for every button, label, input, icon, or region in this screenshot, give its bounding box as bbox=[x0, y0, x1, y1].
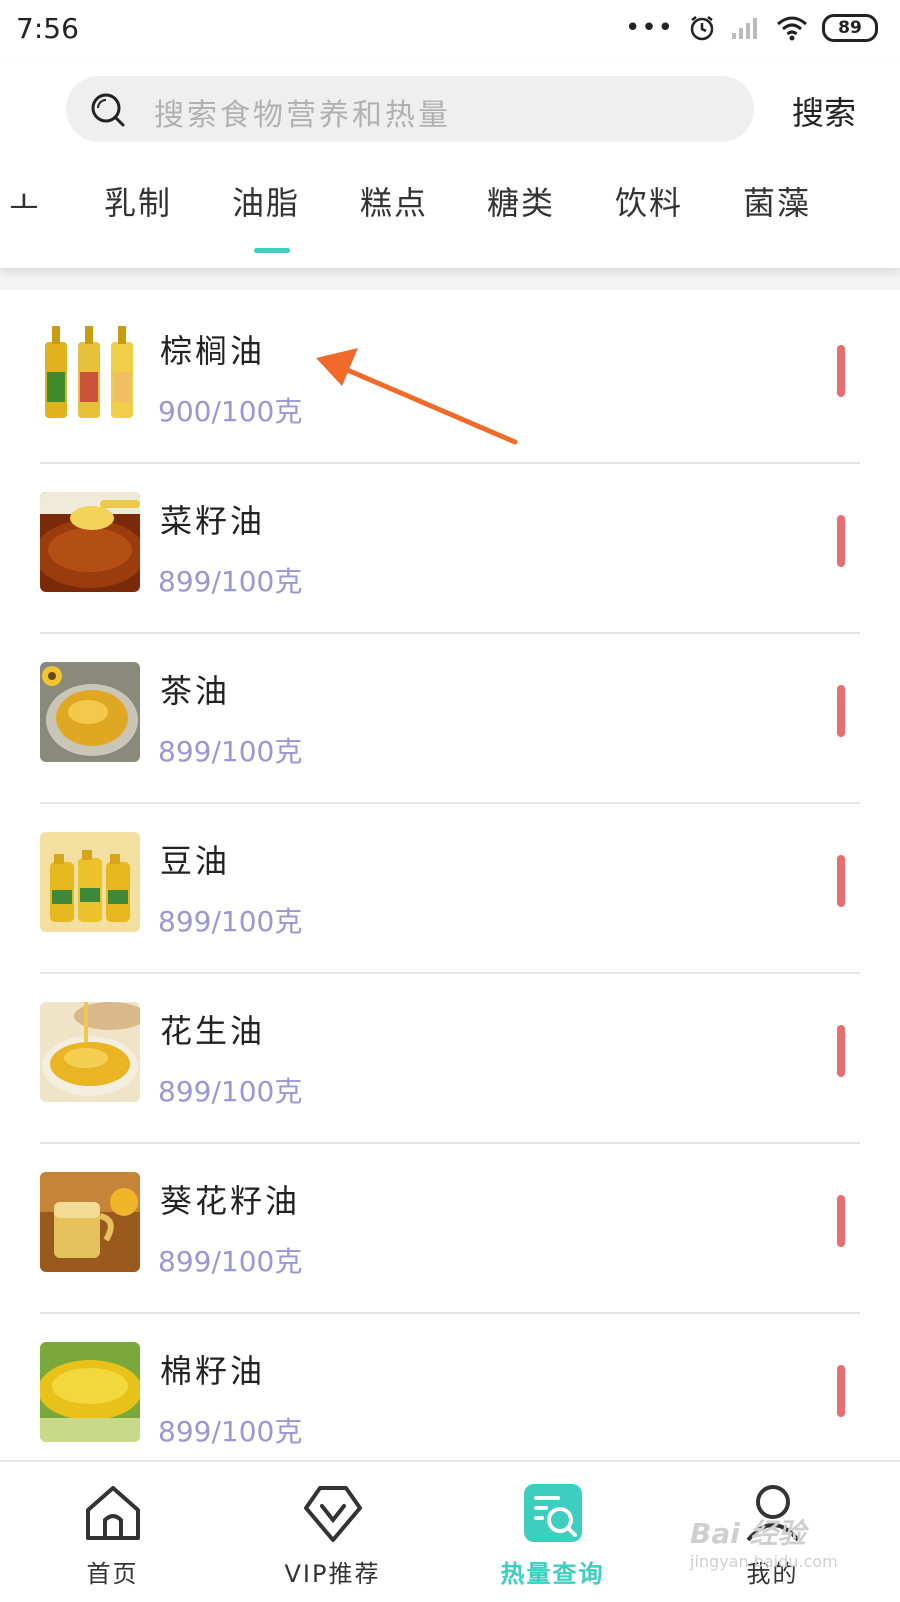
tab-partial[interactable]: ㅗ bbox=[0, 178, 60, 224]
list-item[interactable]: 菜籽油 899/100克 bbox=[0, 460, 900, 634]
nav-label: 首页 bbox=[86, 1560, 139, 1588]
tab-fungi-algae[interactable]: 菌藻 bbox=[722, 178, 832, 224]
tab-drinks[interactable]: 饮料 bbox=[594, 178, 704, 224]
wifi-icon bbox=[777, 16, 807, 41]
status-bar: 7:56 ••• 89 bbox=[0, 0, 900, 60]
food-thumbnail bbox=[40, 322, 140, 422]
calorie-bar bbox=[837, 685, 845, 737]
calorie-bar bbox=[837, 855, 845, 907]
calorie-bar bbox=[837, 1365, 845, 1417]
food-name: 棕榈油 bbox=[160, 332, 266, 370]
watermark: Bai 经验 bbox=[690, 1517, 806, 1550]
food-name: 花生油 bbox=[160, 1012, 266, 1050]
search-placeholder: 搜索食物营养和热量 bbox=[154, 98, 451, 133]
food-thumbnail bbox=[40, 492, 140, 592]
watermark-sub: jingyan.baidu.com bbox=[690, 1552, 838, 1571]
food-thumbnail bbox=[40, 1172, 140, 1272]
food-thumbnail bbox=[40, 832, 140, 932]
food-thumbnail bbox=[40, 1002, 140, 1102]
calorie-bar bbox=[837, 1195, 845, 1247]
food-name: 豆油 bbox=[160, 842, 231, 880]
status-time: 7:56 bbox=[16, 12, 79, 45]
list-item[interactable]: 葵花籽油 899/100克 bbox=[0, 1140, 900, 1314]
battery-indicator: 89 bbox=[822, 14, 878, 42]
calorie-bar bbox=[837, 1025, 845, 1077]
food-thumbnail bbox=[40, 1342, 140, 1442]
food-name: 菜籽油 bbox=[160, 502, 266, 540]
nav-vip[interactable]: VIP推荐 bbox=[220, 1462, 445, 1602]
alarm-icon bbox=[690, 16, 714, 41]
food-calories: 899/100克 bbox=[158, 1245, 303, 1278]
food-calories: 899/100克 bbox=[158, 565, 303, 598]
list-item[interactable]: 棉籽油 899/100克 bbox=[0, 1310, 900, 1460]
tab-dairy[interactable]: 乳制 bbox=[83, 178, 193, 224]
search-input[interactable]: 搜索食物营养和热量 bbox=[66, 76, 754, 142]
food-calories: 899/100克 bbox=[158, 1075, 303, 1108]
food-calories: 899/100克 bbox=[158, 1415, 303, 1448]
food-name: 棉籽油 bbox=[160, 1352, 266, 1390]
food-calories: 900/100克 bbox=[158, 395, 303, 428]
annotation-arrow-icon bbox=[316, 348, 518, 445]
tab-sugar[interactable]: 糖类 bbox=[466, 178, 576, 224]
list-item[interactable]: 茶油 899/100克 bbox=[0, 630, 900, 804]
food-thumbnail bbox=[40, 662, 140, 762]
calorie-bar bbox=[837, 515, 845, 567]
food-calories: 899/100克 bbox=[158, 905, 303, 938]
header: 搜索食物营养和热量 搜索 ㅗ 乳制 油脂 糕点 糖类 饮料 菌藻 bbox=[0, 60, 900, 268]
nav-label: 热量查询 bbox=[500, 1560, 605, 1588]
nav-calorie-search[interactable]: 热量查询 bbox=[440, 1462, 665, 1602]
food-list: 棕榈油 900/100克 菜籽油 899/100克 茶油 899/100克 豆油… bbox=[0, 290, 900, 1460]
status-icons: ••• 89 bbox=[625, 14, 878, 42]
vip-icon bbox=[304, 1486, 362, 1542]
tab-oils[interactable]: 油脂 bbox=[211, 178, 321, 224]
tab-pastry[interactable]: 糕点 bbox=[339, 178, 449, 224]
calorie-bar bbox=[837, 345, 845, 397]
food-name: 葵花籽油 bbox=[160, 1182, 301, 1220]
category-tabs: ㅗ 乳制 油脂 糕点 糖类 饮料 菌藻 bbox=[0, 168, 900, 264]
search-button[interactable]: 搜索 bbox=[792, 88, 856, 134]
nav-label: VIP推荐 bbox=[284, 1560, 381, 1588]
list-item[interactable]: 豆油 899/100克 bbox=[0, 800, 900, 974]
cellular-signal-icon bbox=[732, 18, 757, 39]
search-icon bbox=[91, 93, 125, 127]
food-calories: 899/100克 bbox=[158, 735, 303, 768]
more-dots-icon: ••• bbox=[624, 13, 674, 43]
home-icon bbox=[86, 1486, 140, 1540]
active-tab-indicator bbox=[254, 248, 290, 253]
calorie-search-icon bbox=[524, 1484, 582, 1542]
food-name: 茶油 bbox=[160, 672, 231, 710]
list-item[interactable]: 花生油 899/100克 bbox=[0, 970, 900, 1144]
nav-home[interactable]: 首页 bbox=[0, 1462, 225, 1602]
